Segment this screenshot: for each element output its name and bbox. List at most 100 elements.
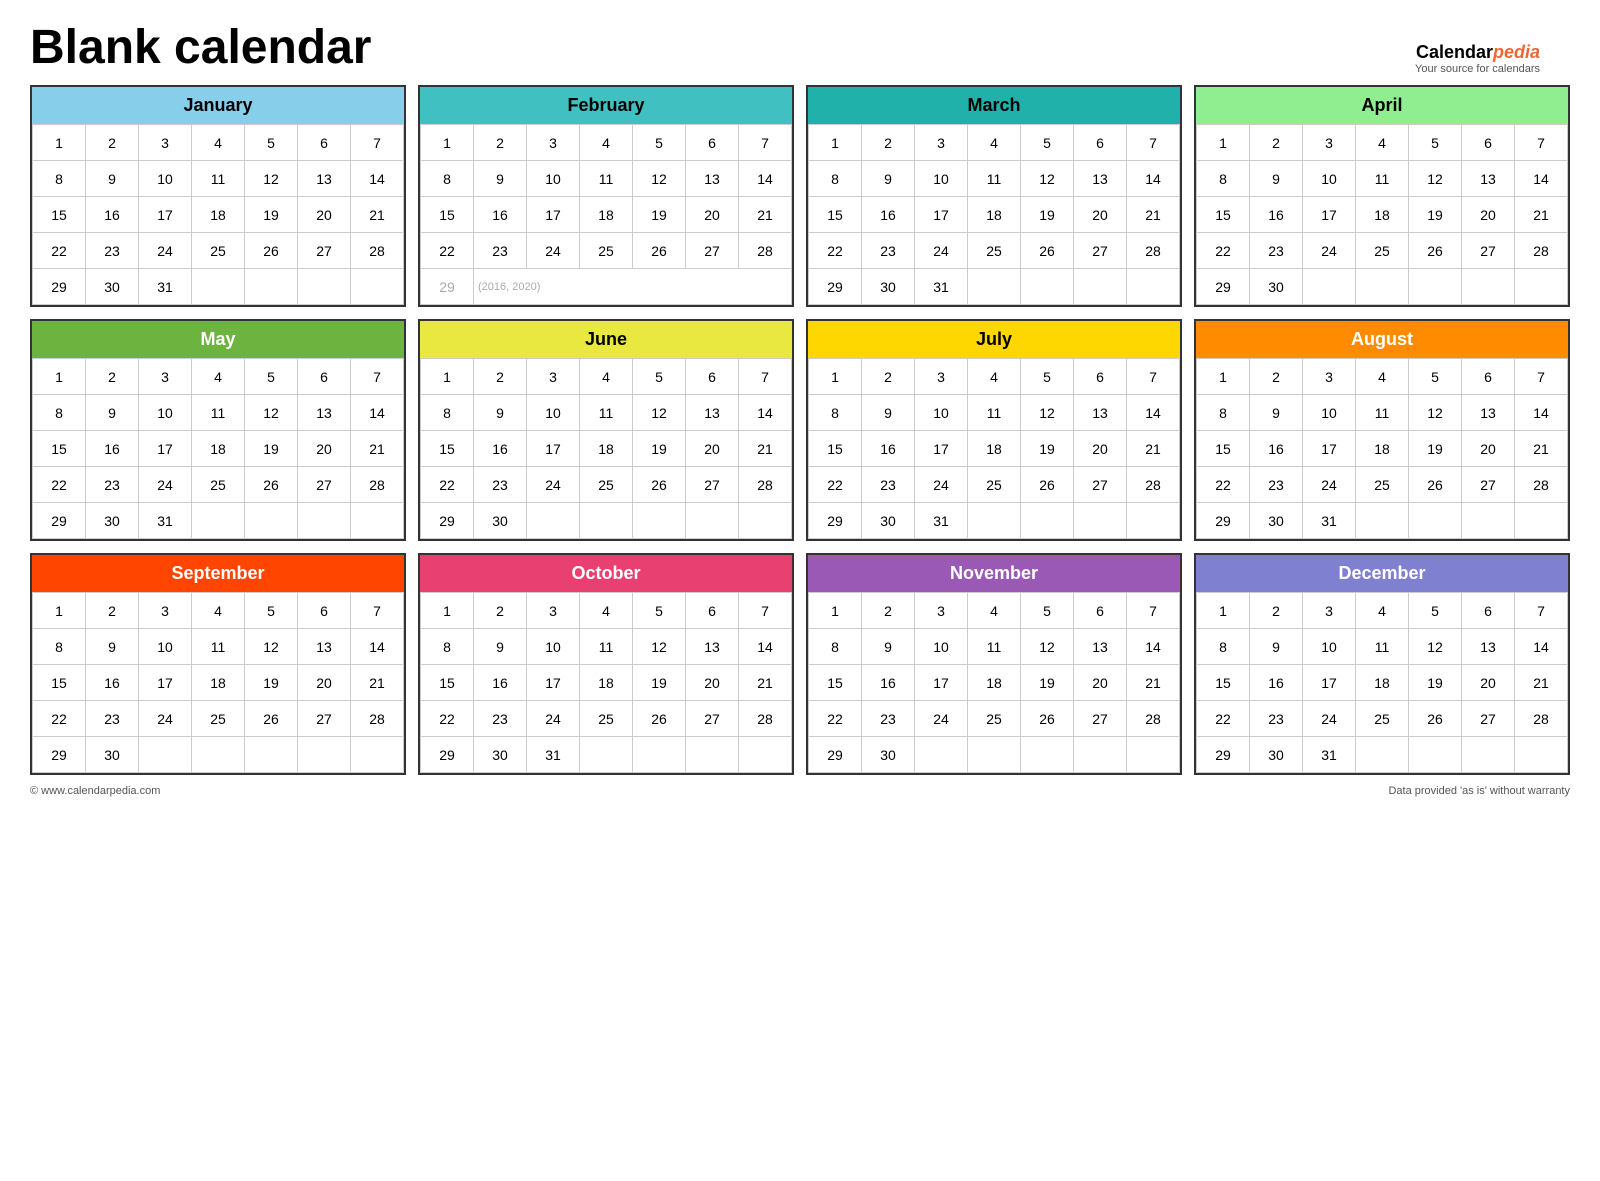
table-row: 21 bbox=[351, 665, 404, 701]
table-row: 23 bbox=[862, 701, 915, 737]
table-row bbox=[739, 737, 792, 773]
month-january: January123456789101112131415161718192021… bbox=[30, 85, 406, 307]
table-row: 14 bbox=[1127, 161, 1180, 197]
table-row: 6 bbox=[686, 125, 739, 161]
table-row: 7 bbox=[1127, 125, 1180, 161]
table-row: 26 bbox=[245, 701, 298, 737]
table-row: 4 bbox=[1356, 593, 1409, 629]
month-header-june: June bbox=[420, 321, 792, 358]
table-row: 23 bbox=[86, 701, 139, 737]
table-row: 9 bbox=[862, 395, 915, 431]
month-header-may: May bbox=[32, 321, 404, 358]
table-row: 29 bbox=[1197, 269, 1250, 305]
table-row: 28 bbox=[1515, 467, 1568, 503]
table-row: 1 bbox=[421, 359, 474, 395]
table-row: 27 bbox=[1462, 233, 1515, 269]
table-row: 3 bbox=[527, 125, 580, 161]
table-row bbox=[686, 737, 739, 773]
month-april: April12345678910111213141516171819202122… bbox=[1194, 85, 1570, 307]
table-row: 10 bbox=[915, 395, 968, 431]
table-row: 9 bbox=[86, 161, 139, 197]
table-row: 30 bbox=[474, 737, 527, 773]
table-row: 10 bbox=[527, 629, 580, 665]
table-row: 2 bbox=[86, 593, 139, 629]
table-row: 6 bbox=[1462, 593, 1515, 629]
table-row: 8 bbox=[1197, 161, 1250, 197]
table-row bbox=[1515, 503, 1568, 539]
table-row: 6 bbox=[298, 125, 351, 161]
table-row: 1 bbox=[33, 359, 86, 395]
table-row: 16 bbox=[474, 197, 527, 233]
table-row: 7 bbox=[351, 593, 404, 629]
table-row: 4 bbox=[192, 359, 245, 395]
table-row: 3 bbox=[1303, 125, 1356, 161]
table-row: 4 bbox=[1356, 125, 1409, 161]
table-row bbox=[192, 269, 245, 305]
table-row: 26 bbox=[633, 467, 686, 503]
month-header-october: October bbox=[420, 555, 792, 592]
logo-tagline: Your source for calendars bbox=[1415, 63, 1540, 75]
table-row: 28 bbox=[1127, 467, 1180, 503]
table-row: 1 bbox=[809, 593, 862, 629]
month-table-december: 1234567891011121314151617181920212223242… bbox=[1196, 592, 1568, 773]
table-row: 18 bbox=[580, 197, 633, 233]
table-row: 2 bbox=[862, 359, 915, 395]
table-row: 2 bbox=[86, 125, 139, 161]
table-row bbox=[245, 737, 298, 773]
table-row: 5 bbox=[633, 593, 686, 629]
table-row: 26 bbox=[245, 233, 298, 269]
table-row: 31 bbox=[915, 269, 968, 305]
table-row: 22 bbox=[1197, 467, 1250, 503]
table-row: 27 bbox=[1462, 467, 1515, 503]
table-row bbox=[633, 737, 686, 773]
month-december: December12345678910111213141516171819202… bbox=[1194, 553, 1570, 775]
table-row bbox=[1409, 269, 1462, 305]
table-row: 26 bbox=[633, 701, 686, 737]
table-row: 22 bbox=[33, 233, 86, 269]
table-row bbox=[1409, 737, 1462, 773]
table-row: 13 bbox=[1462, 395, 1515, 431]
table-row: 31 bbox=[1303, 503, 1356, 539]
table-row: 24 bbox=[1303, 233, 1356, 269]
table-row: 10 bbox=[139, 161, 192, 197]
table-row: 3 bbox=[527, 359, 580, 395]
table-row: 26 bbox=[1409, 233, 1462, 269]
table-row bbox=[1074, 503, 1127, 539]
logo: Calendarpedia Your source for calendars bbox=[1415, 42, 1540, 75]
table-row: 20 bbox=[1462, 431, 1515, 467]
table-row: 31 bbox=[1303, 737, 1356, 773]
table-row: 18 bbox=[968, 431, 1021, 467]
table-row: 12 bbox=[245, 395, 298, 431]
table-row: 26 bbox=[1021, 701, 1074, 737]
table-row: 19 bbox=[633, 197, 686, 233]
table-row: 25 bbox=[192, 467, 245, 503]
table-row: 13 bbox=[1462, 161, 1515, 197]
table-row bbox=[1127, 737, 1180, 773]
table-row: 30 bbox=[862, 737, 915, 773]
table-row: 18 bbox=[968, 197, 1021, 233]
table-row: 15 bbox=[421, 431, 474, 467]
table-row: 20 bbox=[686, 665, 739, 701]
table-row: 3 bbox=[915, 593, 968, 629]
table-row: 10 bbox=[139, 629, 192, 665]
table-row: 27 bbox=[298, 233, 351, 269]
table-row: 11 bbox=[192, 395, 245, 431]
table-row: 30 bbox=[474, 503, 527, 539]
table-row: 3 bbox=[1303, 359, 1356, 395]
table-row: 1 bbox=[1197, 125, 1250, 161]
table-row: 9 bbox=[474, 395, 527, 431]
table-row: 14 bbox=[1127, 395, 1180, 431]
month-header-january: January bbox=[32, 87, 404, 124]
table-row: 8 bbox=[809, 395, 862, 431]
table-row: 1 bbox=[809, 359, 862, 395]
table-row: 15 bbox=[1197, 431, 1250, 467]
table-row bbox=[968, 503, 1021, 539]
table-row: 22 bbox=[809, 467, 862, 503]
table-row: 20 bbox=[1074, 665, 1127, 701]
table-row: 16 bbox=[86, 197, 139, 233]
table-row: 17 bbox=[139, 197, 192, 233]
table-row: 19 bbox=[245, 665, 298, 701]
table-row: 20 bbox=[1074, 431, 1127, 467]
table-row: 8 bbox=[1197, 395, 1250, 431]
table-row: 22 bbox=[421, 233, 474, 269]
